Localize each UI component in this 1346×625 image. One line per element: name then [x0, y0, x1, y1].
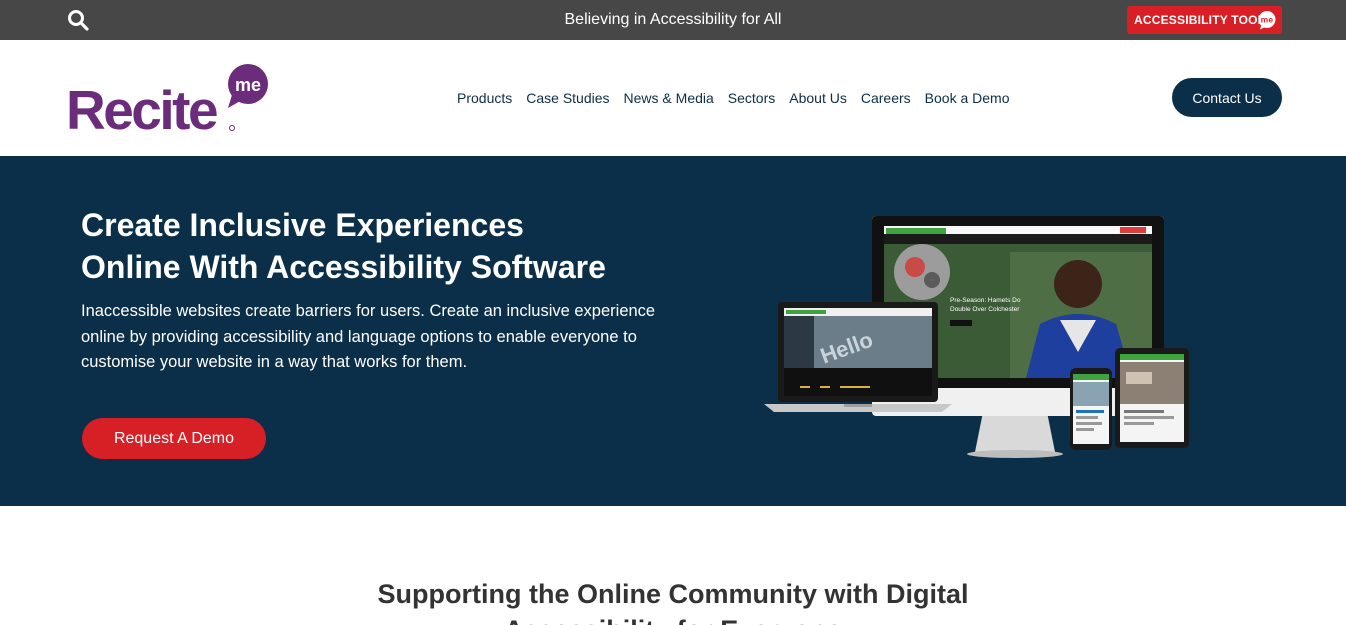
accessibility-tools-label: ACCESSIBILITY TOOLS	[1134, 13, 1274, 27]
hero-title: Create Inclusive Experiences Online With…	[81, 204, 721, 288]
top-bar: Believing in Accessibility for All ACCES…	[0, 0, 1346, 40]
hero-title-line-1: Create Inclusive Experiences	[81, 207, 524, 243]
hero-section: Create Inclusive Experiences Online With…	[0, 156, 1346, 506]
section-title: Supporting the Online Community with Dig…	[377, 579, 969, 625]
nav-news-media[interactable]: News & Media	[617, 88, 721, 108]
svg-text:me: me	[235, 75, 261, 95]
main-nav: Products Case Studies News & Media Secto…	[450, 88, 1016, 108]
nav-book-a-demo[interactable]: Book a Demo	[918, 88, 1017, 108]
accessibility-tools-button[interactable]: ACCESSIBILITY TOOLS me	[1127, 6, 1282, 34]
devices-illustration: Pre-Season: Hamets Do Double Over Colche…	[764, 216, 1189, 458]
nav-products[interactable]: Products	[450, 88, 519, 108]
svg-text:Recite: Recite	[66, 79, 217, 136]
request-demo-button[interactable]: Request A Demo	[82, 418, 266, 459]
svg-text:me: me	[1261, 15, 1274, 25]
nav-sectors[interactable]: Sectors	[721, 88, 782, 108]
contact-us-button[interactable]: Contact Us	[1172, 78, 1282, 117]
nav-about-us[interactable]: About Us	[782, 88, 854, 108]
hero-description: Inaccessible websites create barriers fo…	[81, 302, 656, 371]
svg-text:Double Over Colchester: Double Over Colchester	[950, 306, 1020, 313]
svg-text:Pre-Season: Hamets Do: Pre-Season: Hamets Do	[950, 297, 1021, 304]
recite-me-badge-icon: me	[1258, 11, 1276, 30]
nav-careers[interactable]: Careers	[854, 88, 918, 108]
nav-case-studies[interactable]: Case Studies	[519, 88, 616, 108]
hero-title-line-2: Online With Accessibility Software	[81, 249, 606, 285]
site-header: Recite me Products Case Studies News & M…	[0, 40, 1346, 156]
recite-me-logo[interactable]: Recite me	[66, 64, 271, 141]
